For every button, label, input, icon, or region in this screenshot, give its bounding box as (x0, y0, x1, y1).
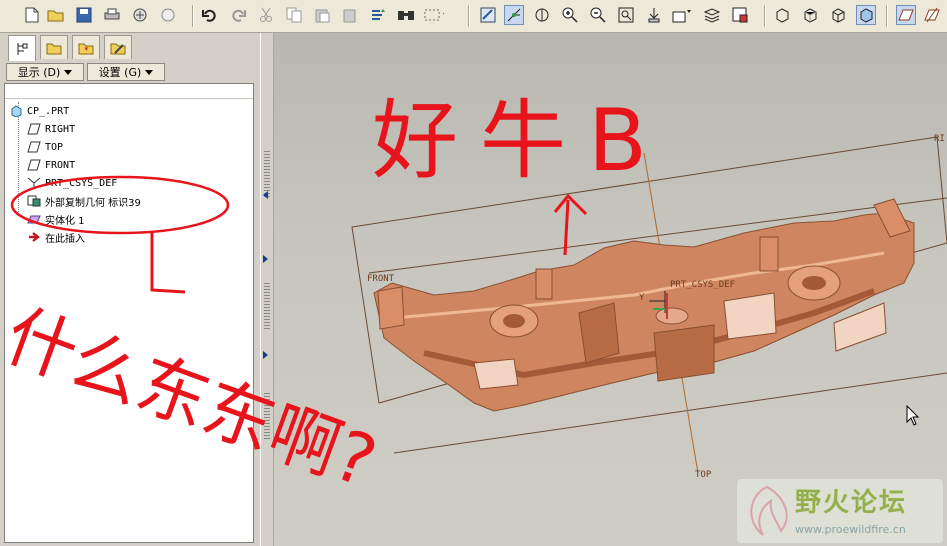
datum-plane-icon (27, 140, 41, 154)
tree-item-top[interactable]: TOP (27, 139, 63, 155)
tree-item-csys[interactable]: PRT_CSYS_DEF (27, 175, 117, 191)
tree-item-external-copy[interactable]: 外部复制几何 标识39 (27, 193, 141, 209)
tools-tab[interactable] (104, 35, 132, 59)
print-icon[interactable] (102, 5, 122, 25)
right-plane-label: RI (934, 134, 945, 144)
insert-here-icon (27, 230, 41, 244)
paste-icon[interactable] (312, 5, 332, 25)
favorites-tab[interactable]: * (72, 35, 100, 59)
send-icon[interactable] (130, 5, 150, 25)
regenerate-icon[interactable] (368, 5, 388, 25)
no-hidden-icon[interactable] (828, 5, 848, 25)
tree-item-label: RIGHT (45, 123, 76, 135)
external-copy-geometry-icon (27, 194, 41, 208)
watermark-title: 野火论坛 (795, 488, 908, 518)
front-plane-label: FRONT (367, 274, 395, 284)
tree-root-label: CP_.PRT (27, 105, 70, 117)
shading-icon[interactable] (856, 5, 876, 25)
tree-item-label: 外部复制几何 标识39 (45, 197, 141, 209)
folder-tab[interactable] (40, 35, 68, 59)
orient-view-icon[interactable] (644, 5, 664, 25)
settings-dropdown-label: 设置 (G) (98, 66, 142, 79)
zoom-out-icon[interactable] (588, 5, 608, 25)
show-dropdown[interactable]: 显示 (D) (6, 63, 84, 81)
datum-axis-display-icon[interactable] (922, 5, 942, 25)
named-views-icon[interactable] (672, 5, 692, 25)
mouse-cursor-icon (906, 404, 920, 426)
orient-icon[interactable] (532, 5, 552, 25)
tree-root[interactable]: CP_.PRT (9, 103, 69, 119)
cut-icon[interactable] (256, 5, 276, 25)
tree-item-label: 在此插入 (45, 233, 85, 245)
tree-item-label: TOP (45, 141, 64, 153)
top-plane-label: TOP (695, 470, 712, 480)
solidify-icon (27, 212, 41, 226)
forum-watermark: 野火论坛 www.proewildfire.cn (737, 479, 943, 543)
watermark-url: www.proewildfire.cn (795, 523, 906, 536)
svg-text:*: * (84, 46, 89, 55)
toolbar-separator (468, 5, 470, 27)
tree-item-label: PRT_CSYS_DEF (45, 177, 118, 189)
open-icon[interactable] (46, 5, 66, 25)
undo-icon[interactable] (200, 5, 220, 25)
spin-center-icon[interactable] (504, 5, 524, 25)
settings-dropdown[interactable]: 设置 (G) (87, 63, 165, 81)
redo-icon[interactable] (228, 5, 248, 25)
refit-icon[interactable] (616, 5, 636, 25)
layers-icon[interactable] (702, 5, 722, 25)
tree-item-label: 实体化 1 (45, 215, 85, 227)
new-icon[interactable] (22, 5, 42, 25)
collapse-arrow-icon[interactable] (263, 191, 268, 199)
toolbar-separator (192, 5, 194, 27)
copy-icon[interactable] (284, 5, 304, 25)
main-toolbar (0, 0, 947, 33)
coordinate-system-icon (27, 176, 41, 190)
chevron-down-icon (145, 69, 154, 75)
tree-item-front[interactable]: FRONT (27, 157, 75, 173)
datum-plane-icon (27, 158, 41, 172)
part-icon (9, 104, 23, 118)
csys-label: PRT_CSYS_DEF (670, 280, 735, 290)
datum-plane-icon (27, 122, 41, 136)
mail-icon[interactable] (158, 5, 178, 25)
part-model (373, 198, 915, 412)
select-box-icon[interactable] (424, 5, 444, 25)
show-dropdown-label: 显示 (D) (17, 66, 61, 79)
save-icon[interactable] (74, 5, 94, 25)
paste-special-icon[interactable] (340, 5, 360, 25)
wireframe-icon[interactable] (772, 5, 792, 25)
tree-item-insert-here[interactable]: 在此插入 (27, 229, 85, 245)
tree-item-solidify[interactable]: 实体化 1 (27, 211, 85, 227)
toolbar-separator (886, 5, 888, 27)
splitter-grip (264, 283, 270, 331)
chevron-down-icon (64, 69, 73, 75)
tree-item-label: FRONT (45, 159, 76, 171)
datum-plane-display-icon[interactable] (896, 5, 916, 25)
expand-arrow-icon[interactable] (263, 351, 268, 359)
hidden-line-icon[interactable] (800, 5, 820, 25)
csys-y-label: Y (639, 293, 645, 303)
setup-icon[interactable] (730, 5, 750, 25)
zoom-in-icon[interactable] (560, 5, 580, 25)
model-tree-header (5, 84, 253, 99)
tree-item-right[interactable]: RIGHT (27, 121, 75, 137)
expand-arrow-icon[interactable] (263, 255, 268, 263)
find-icon[interactable] (396, 5, 416, 25)
model-tree-tab[interactable] (8, 35, 36, 61)
toolbar-separator (764, 5, 766, 27)
repaint-icon[interactable] (478, 5, 498, 25)
annotation-top-text: 好牛B (372, 91, 669, 191)
flame-logo-icon (750, 485, 788, 536)
